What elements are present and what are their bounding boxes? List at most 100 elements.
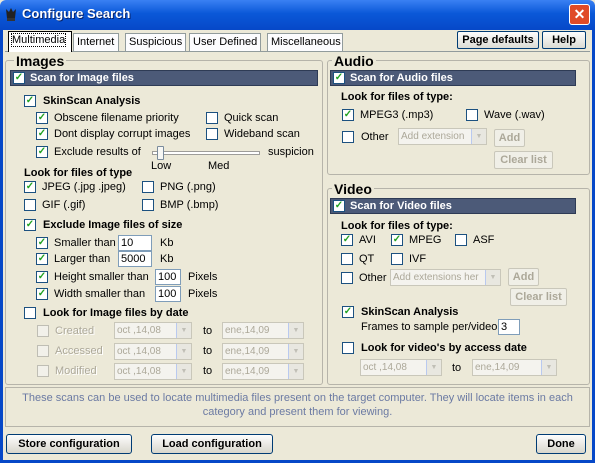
corrupt-images-checkbox[interactable]: ✓ bbox=[36, 128, 48, 140]
accessed-label: Accessed bbox=[55, 345, 103, 357]
larger-than-checkbox[interactable]: ✓ bbox=[36, 253, 48, 265]
height-smaller-input[interactable]: 100 bbox=[155, 269, 181, 285]
tab-suspicious[interactable]: Suspicious bbox=[125, 33, 186, 51]
video-clear-list-button[interactable]: Clear list bbox=[510, 288, 567, 306]
larger-than-label: Larger than bbox=[54, 253, 111, 265]
video-scan-checkbox[interactable]: ✓ bbox=[333, 200, 345, 212]
video-title: Video bbox=[332, 181, 374, 197]
images-scan-header: Scan for Image files bbox=[10, 70, 318, 86]
created-label: Created bbox=[55, 325, 95, 337]
wav-checkbox[interactable] bbox=[466, 109, 478, 121]
video-add-button[interactable]: Add bbox=[508, 268, 539, 286]
created-until-dropdown[interactable]: ene,14,09 ▼ bbox=[222, 322, 304, 339]
audio-other-label: Other bbox=[361, 131, 389, 143]
created-from-dropdown[interactable]: oct ,14,08 ▼ bbox=[114, 322, 192, 339]
frames-input[interactable]: 3 bbox=[498, 319, 520, 335]
mp3-checkbox[interactable]: ✓ bbox=[342, 109, 354, 121]
chevron-down-icon: ▼ bbox=[176, 344, 191, 359]
video-extension-placeholder: Add extensions her bbox=[393, 272, 479, 283]
wav-label: Wave (.wav) bbox=[484, 109, 545, 121]
asf-checkbox[interactable] bbox=[455, 234, 467, 246]
video-until-value: ene,14,09 bbox=[475, 362, 520, 373]
load-configuration-button[interactable]: Load configuration bbox=[151, 434, 273, 454]
exclude-size-checkbox[interactable]: ✓ bbox=[24, 219, 36, 231]
window-title: Configure Search bbox=[22, 6, 131, 21]
avi-checkbox[interactable]: ✓ bbox=[341, 234, 353, 246]
store-configuration-button[interactable]: Store configuration bbox=[6, 434, 132, 454]
skinscan-checkbox[interactable]: ✓ bbox=[24, 95, 36, 107]
tab-multimedia[interactable]: Multimedia bbox=[8, 31, 72, 52]
modified-until-dropdown[interactable]: ene,14,09 ▼ bbox=[222, 363, 304, 380]
audio-extension-placeholder: Add extension bbox=[401, 131, 465, 142]
mpeg-checkbox[interactable]: ✓ bbox=[391, 234, 403, 246]
chevron-down-icon: ▼ bbox=[288, 344, 303, 359]
height-smaller-unit: Pixels bbox=[188, 271, 218, 283]
page-defaults-button[interactable]: Page defaults bbox=[457, 31, 539, 49]
video-scan-label: Scan for Video files bbox=[350, 200, 452, 212]
jpeg-checkbox[interactable]: ✓ bbox=[24, 181, 36, 193]
video-scan-header: Scan for Video files bbox=[330, 198, 576, 214]
bmp-label: BMP (.bmp) bbox=[160, 199, 219, 211]
video-until-dropdown[interactable]: ene,14,09 ▼ bbox=[472, 359, 557, 376]
wideband-scan-checkbox[interactable] bbox=[206, 128, 218, 140]
video-access-checkbox[interactable] bbox=[342, 342, 354, 354]
width-smaller-input[interactable]: 100 bbox=[155, 286, 181, 302]
asf-label: ASF bbox=[473, 234, 495, 246]
video-other-checkbox[interactable] bbox=[341, 272, 353, 284]
larger-than-input[interactable]: 5000 bbox=[118, 251, 152, 267]
frames-label: Frames to sample per/video bbox=[361, 321, 498, 333]
accessed-from-dropdown[interactable]: oct ,14,08 ▼ bbox=[114, 343, 192, 360]
suspicion-slider-track[interactable] bbox=[152, 151, 260, 155]
done-button[interactable]: Done bbox=[536, 434, 586, 454]
accessed-to-label: to bbox=[203, 345, 213, 357]
obscene-priority-checkbox[interactable]: ✓ bbox=[36, 112, 48, 124]
quick-scan-label: Quick scan bbox=[224, 112, 279, 124]
accessed-until-dropdown[interactable]: ene,14,09 ▼ bbox=[222, 343, 304, 360]
smaller-than-input[interactable]: 10 bbox=[118, 235, 152, 251]
accessed-until-value: ene,14,09 bbox=[225, 346, 270, 357]
app-icon bbox=[6, 8, 16, 21]
tab-internet[interactable]: Internet bbox=[73, 33, 119, 51]
help-button[interactable]: Help bbox=[542, 31, 586, 49]
exclude-results-checkbox[interactable]: ✓ bbox=[36, 146, 48, 158]
smaller-than-unit: Kb bbox=[160, 237, 174, 249]
chevron-down-icon: ▼ bbox=[471, 129, 486, 144]
quick-scan-checkbox[interactable] bbox=[206, 112, 218, 124]
bmp-checkbox[interactable] bbox=[142, 199, 154, 211]
height-smaller-label: Height smaller than bbox=[54, 271, 149, 283]
png-checkbox[interactable] bbox=[142, 181, 154, 193]
height-smaller-checkbox[interactable]: ✓ bbox=[36, 271, 48, 283]
video-from-dropdown[interactable]: oct ,14,08 ▼ bbox=[360, 359, 442, 376]
video-extension-dropdown[interactable]: Add extensions her ▼ bbox=[390, 269, 501, 286]
image-types-label: Look for files of type bbox=[24, 167, 133, 179]
audio-scan-label: Scan for Audio files bbox=[350, 72, 453, 84]
gif-checkbox[interactable] bbox=[24, 199, 36, 211]
images-scan-label: Scan for Image files bbox=[30, 72, 134, 84]
audio-other-checkbox[interactable] bbox=[342, 131, 354, 143]
image-date-label: Look for Image files by date bbox=[43, 307, 189, 319]
close-button[interactable]: ✕ bbox=[569, 4, 590, 25]
width-smaller-checkbox[interactable]: ✓ bbox=[36, 288, 48, 300]
audio-extension-dropdown[interactable]: Add extension ▼ bbox=[398, 128, 487, 145]
tab-user-defined[interactable]: User Defined bbox=[189, 33, 261, 51]
smaller-than-checkbox[interactable]: ✓ bbox=[36, 237, 48, 249]
modified-from-dropdown[interactable]: oct ,14,08 ▼ bbox=[114, 363, 192, 380]
tab-miscellaneous[interactable]: Miscellaneous bbox=[267, 33, 343, 51]
modified-checkbox[interactable] bbox=[37, 365, 49, 377]
ivf-checkbox[interactable] bbox=[391, 253, 403, 265]
video-skinscan-checkbox[interactable]: ✓ bbox=[342, 306, 354, 318]
qt-checkbox[interactable] bbox=[341, 253, 353, 265]
obscene-priority-label: Obscene filename priority bbox=[54, 112, 179, 124]
created-to-label: to bbox=[203, 325, 213, 337]
suspicion-slider-thumb[interactable] bbox=[157, 146, 165, 160]
audio-clear-list-button[interactable]: Clear list bbox=[494, 151, 553, 169]
images-title: Images bbox=[14, 53, 67, 69]
audio-scan-checkbox[interactable]: ✓ bbox=[333, 72, 345, 84]
accessed-checkbox[interactable] bbox=[37, 345, 49, 357]
image-date-checkbox[interactable] bbox=[24, 307, 36, 319]
qt-label: QT bbox=[359, 253, 375, 265]
images-scan-checkbox[interactable]: ✓ bbox=[13, 72, 25, 84]
audio-add-button[interactable]: Add bbox=[494, 129, 525, 147]
created-checkbox[interactable] bbox=[37, 325, 49, 337]
audio-scan-header: Scan for Audio files bbox=[330, 70, 576, 86]
